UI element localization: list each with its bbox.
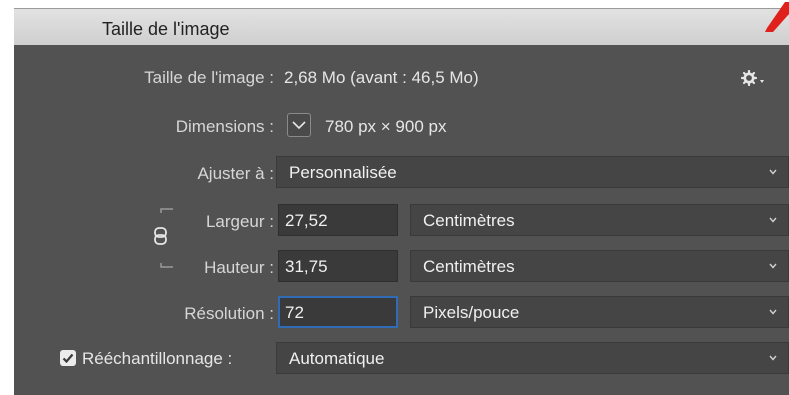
width-label: Largeur : (205, 212, 274, 231)
chevron-down-icon (769, 263, 777, 269)
width-value: 27,52 (285, 211, 328, 230)
height-unit-select[interactable]: Centimètres (410, 250, 789, 282)
resample-checkbox[interactable] (60, 350, 76, 366)
height-value: 31,75 (285, 257, 328, 276)
dialog-title: Taille de l'image (102, 19, 230, 39)
red-corner-mark (765, 2, 789, 32)
width-unit: Centimètres (423, 211, 515, 230)
width-unit-select[interactable]: Centimètres (410, 204, 789, 236)
resample-select[interactable]: Automatique (276, 342, 789, 374)
resample-label: Rééchantillonnage : (82, 349, 233, 368)
fit-to-label: Ajuster à : (197, 164, 274, 183)
chevron-down-icon (769, 169, 777, 175)
chain-link-icon[interactable] (141, 205, 181, 275)
image-size-value: 2,68 Mo (avant : 46,5 Mo) (284, 68, 479, 87)
chevron-down-icon (769, 355, 777, 361)
height-label: Hauteur : (204, 258, 274, 277)
resolution-input[interactable]: 72 (278, 296, 398, 328)
fit-to-selected: Personnalisée (289, 163, 397, 182)
chevron-down-icon (292, 121, 306, 130)
dimensions-value: 780 px × 900 px (325, 117, 447, 136)
gear-icon[interactable] (741, 70, 767, 86)
chevron-down-icon (769, 309, 777, 315)
image-size-label: Taille de l'image : (144, 68, 274, 87)
image-size-panel: Taille de l'image : 2,68 Mo (avant : 46,… (14, 45, 789, 395)
resolution-unit-select[interactable]: Pixels/pouce (410, 296, 789, 328)
width-input[interactable]: 27,52 (278, 204, 398, 236)
dialog-titlebar: Taille de l'image (14, 8, 789, 45)
dimensions-toggle[interactable] (287, 113, 311, 137)
chevron-down-icon (769, 217, 777, 223)
height-input[interactable]: 31,75 (278, 250, 398, 282)
resolution-value: 72 (285, 303, 304, 322)
resolution-label: Résolution : (184, 304, 274, 323)
height-unit: Centimètres (423, 257, 515, 276)
checkmark-icon (62, 353, 74, 364)
resample-selected: Automatique (289, 349, 385, 368)
dimensions-label: Dimensions : (175, 117, 274, 136)
fit-to-select[interactable]: Personnalisée (276, 156, 789, 188)
resolution-unit: Pixels/pouce (423, 303, 520, 322)
